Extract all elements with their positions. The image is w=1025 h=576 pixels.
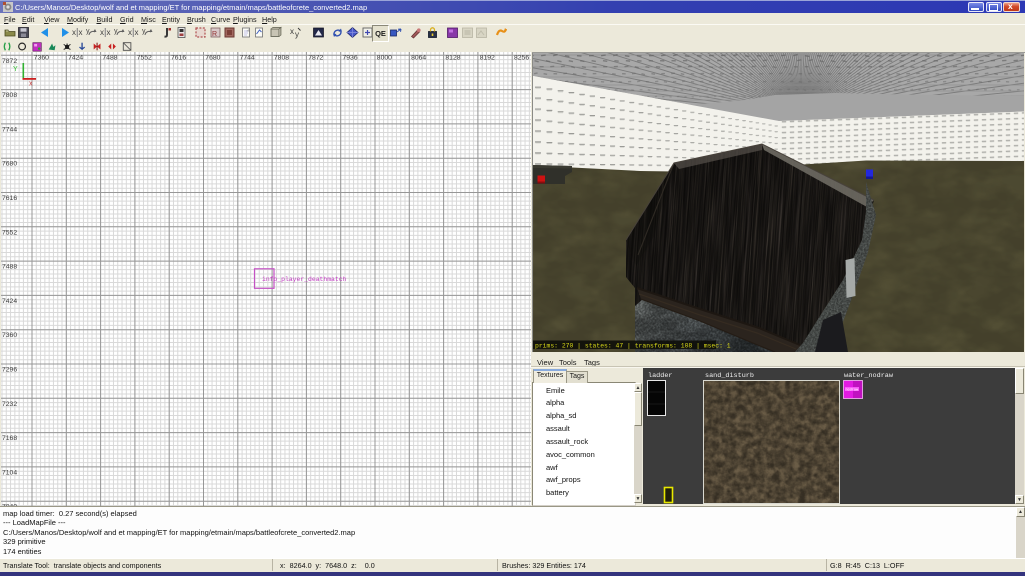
- svg-text:7424: 7424: [2, 298, 17, 305]
- svg-text:Y: Y: [13, 66, 18, 73]
- svg-text:8000: 8000: [377, 55, 392, 62]
- svg-text:nodraw: nodraw: [846, 388, 860, 393]
- svg-text:y: y: [295, 30, 299, 39]
- svg-text:7872: 7872: [308, 55, 323, 62]
- svg-text:7808: 7808: [274, 55, 289, 62]
- svg-text:7936: 7936: [343, 55, 358, 62]
- svg-text:7744: 7744: [240, 55, 255, 62]
- svg-text:info_player_deathmatch: info_player_deathmatch: [262, 276, 347, 283]
- svg-text:7488: 7488: [2, 264, 17, 271]
- svg-text:x: x: [107, 28, 111, 37]
- svg-text:7744: 7744: [2, 126, 17, 133]
- svg-text:8128: 8128: [445, 55, 460, 62]
- svg-text:x: x: [29, 81, 33, 88]
- svg-text:x: x: [72, 28, 76, 37]
- svg-text:7552: 7552: [137, 55, 152, 62]
- svg-text:8192: 8192: [480, 55, 495, 62]
- svg-text:x: x: [135, 28, 139, 37]
- svg-text:7680: 7680: [2, 161, 17, 168]
- svg-text:7808: 7808: [2, 92, 17, 99]
- svg-text:7360: 7360: [2, 332, 17, 339]
- svg-text:x: x: [100, 28, 104, 37]
- svg-text:8256: 8256: [514, 55, 529, 62]
- svg-text:7488: 7488: [102, 55, 117, 62]
- svg-text:7168: 7168: [2, 435, 17, 442]
- svg-text:R: R: [212, 31, 217, 38]
- svg-text:7616: 7616: [2, 195, 17, 202]
- svg-text:7360: 7360: [34, 55, 49, 62]
- svg-text:7104: 7104: [2, 469, 17, 476]
- svg-text:sand_disturb: sand_disturb: [705, 372, 754, 380]
- svg-text:7296: 7296: [2, 367, 17, 374]
- svg-text:7552: 7552: [2, 229, 17, 236]
- svg-text:7232: 7232: [2, 401, 17, 408]
- svg-text:8064: 8064: [411, 55, 426, 62]
- svg-text:7616: 7616: [171, 55, 186, 62]
- svg-text:ladder: ladder: [648, 372, 672, 380]
- svg-text:prims: 270 | states: 47 | tran: prims: 270 | states: 47 | transforms: 10…: [535, 343, 731, 350]
- svg-text:x: x: [290, 27, 294, 36]
- svg-text:x: x: [128, 28, 132, 37]
- svg-text:7872: 7872: [2, 58, 17, 65]
- svg-text:water_nodraw: water_nodraw: [844, 372, 894, 380]
- svg-text:7680: 7680: [205, 55, 220, 62]
- svg-text:x: x: [79, 28, 83, 37]
- svg-text:7424: 7424: [68, 55, 83, 62]
